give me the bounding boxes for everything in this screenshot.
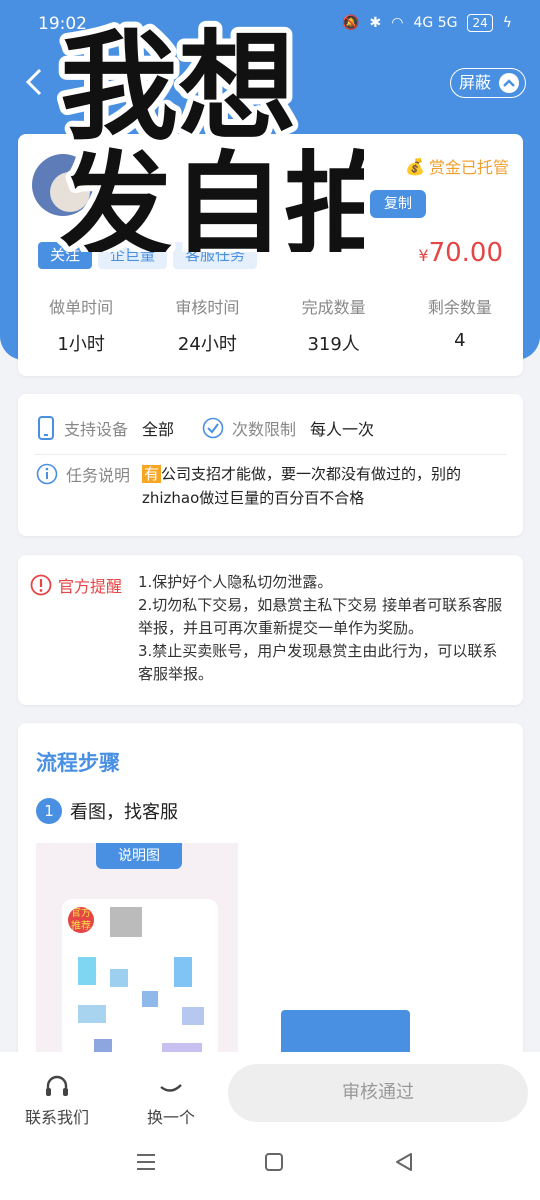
stat-review-time: 审核时间 24小时 <box>144 294 270 356</box>
description-label: 任务说明 <box>66 466 131 485</box>
blurred-block <box>78 1005 106 1023</box>
bluetooth-icon: ✱ <box>369 15 382 31</box>
contact-us-button[interactable]: 联系我们 <box>22 1070 92 1128</box>
system-nav-bar <box>0 1146 540 1186</box>
tag-follow[interactable]: 关注 <box>38 242 93 269</box>
task-details-card: 支持设备 全部 次数限制 每人一次 任务说明 有公司支招才能做，要一次都没有做过… <box>18 394 523 536</box>
info-icon <box>36 463 58 485</box>
limit-label: 次数限制 <box>232 420 297 439</box>
menu-icon[interactable] <box>136 1152 156 1172</box>
notice-title-label: 官方提醒 <box>58 577 123 596</box>
notice-title: 官方提醒 <box>30 573 122 597</box>
tag-platform: 企巨量 <box>98 242 168 269</box>
blurred-block <box>110 907 142 937</box>
stat-label: 剩余数量 <box>427 298 492 317</box>
chevron-left-icon <box>25 68 42 96</box>
blurred-block <box>142 991 158 1007</box>
description-body: 公司支招才能做，要一次都没有做过的，别的zhizhao做过巨量的百分百不合格 <box>142 465 462 507</box>
step-1: 1 看图，找客服 <box>36 798 178 824</box>
headset-icon <box>22 1070 92 1104</box>
back-nav-icon[interactable] <box>394 1152 414 1172</box>
wifi-icon: ◠ <box>391 15 404 31</box>
flow-title: 流程步骤 <box>36 751 120 775</box>
stat-label: 完成数量 <box>301 298 366 317</box>
swap-icon <box>140 1070 202 1104</box>
task-summary-card: 💰 赏金已托管 复制 关注 企巨量 客服任务 ¥70.00 做单时间 1小时 审… <box>18 134 523 376</box>
check-circle-icon <box>202 417 224 439</box>
official-notice-card: 官方提醒 1.保护好个人隐私切勿泄露。 2.切勿私下交易，如悬赏主私下交易 接单… <box>18 555 523 705</box>
status-icons: 🔕 ✱ ◠ 4G 5G 24 ϟ <box>342 14 512 32</box>
step-number: 1 <box>36 798 62 824</box>
copy-button[interactable]: 复制 <box>370 190 426 218</box>
limit-value: 每人一次 <box>310 420 375 439</box>
device-label: 支持设备 <box>64 420 129 439</box>
illustration-label: 说明图 <box>96 843 182 869</box>
blurred-block <box>182 1007 204 1025</box>
block-button-label: 屏蔽 <box>458 73 491 92</box>
illustration-badge: 官方推荐 <box>68 907 94 933</box>
status-bar: 19:02 🔕 ✱ ◠ 4G 5G 24 ϟ <box>0 0 540 50</box>
signal-icon: 4G 5G <box>413 15 458 31</box>
task-tags: 关注 企巨量 客服任务 <box>38 242 258 269</box>
blurred-block <box>174 957 192 987</box>
stat-value: 319人 <box>307 334 360 355</box>
stat-remaining: 剩余数量 4 <box>397 294 523 356</box>
task-stats: 做单时间 1小时 审核时间 24小时 完成数量 319人 剩余数量 4 <box>18 294 523 356</box>
notice-body: 1.保护好个人隐私切勿泄露。 2.切勿私下交易，如悬赏主私下交易 接单者可联系客… <box>138 571 510 686</box>
home-icon[interactable] <box>264 1152 284 1172</box>
charging-icon: ϟ <box>502 15 512 31</box>
block-button[interactable]: 屏蔽 <box>449 68 526 98</box>
device-row: 支持设备 全部 次数限制 每人一次 <box>36 416 374 440</box>
contact-us-label: 联系我们 <box>24 1108 89 1127</box>
blurred-block <box>110 969 128 987</box>
chevron-up-icon <box>499 73 519 93</box>
illustration-button <box>281 1010 410 1052</box>
escrow-label: 赏金已托管 <box>428 158 509 177</box>
currency-symbol: ¥ <box>418 246 429 265</box>
blurred-block <box>78 957 96 985</box>
money-bag-icon: 💰 <box>405 156 425 176</box>
tag-type: 客服任务 <box>173 242 258 269</box>
reward-price: ¥70.00 <box>418 238 503 268</box>
stat-completed: 完成数量 319人 <box>271 294 397 356</box>
warning-icon <box>30 574 52 596</box>
notice-line-2: 2.切勿私下交易，如悬赏主私下交易 接单者可联系客服举报，并且可再次重新提交一单… <box>138 596 503 637</box>
divider <box>34 454 507 455</box>
stat-label: 审核时间 <box>175 298 240 317</box>
step-text: 看图，找客服 <box>70 802 178 823</box>
description-row: 任务说明 <box>36 462 130 486</box>
switch-task-label: 换一个 <box>146 1108 195 1127</box>
phone-icon <box>38 416 54 440</box>
bottom-bar: 联系我们 换一个 审核通过 <box>0 1052 540 1200</box>
description-text: 有公司支招才能做，要一次都没有做过的，别的zhizhao做过巨量的百分百不合格 <box>142 462 512 510</box>
notice-line-1: 1.保护好个人隐私切勿泄露。 <box>138 573 333 591</box>
price-value: 70.00 <box>428 238 503 268</box>
approve-button[interactable]: 审核通过 <box>228 1064 528 1122</box>
description-badge: 有 <box>142 465 162 483</box>
status-time: 19:02 <box>38 14 87 34</box>
escrow-badge: 💰 赏金已托管 <box>405 154 509 178</box>
battery-icon: 24 <box>467 14 493 32</box>
back-button[interactable] <box>22 68 46 96</box>
switch-task-button[interactable]: 换一个 <box>140 1070 202 1128</box>
notice-line-3: 3.禁止买卖账号，用户发现悬赏主由此行为，可以联系客服举报。 <box>138 642 498 683</box>
stat-value: 24小时 <box>177 334 237 355</box>
device-value: 全部 <box>142 420 175 439</box>
mute-icon: 🔕 <box>342 15 360 31</box>
stat-value: 1小时 <box>57 334 105 355</box>
stat-value: 4 <box>454 330 466 351</box>
stat-label: 做单时间 <box>49 298 114 317</box>
avatar[interactable] <box>32 154 94 216</box>
stat-work-time: 做单时间 1小时 <box>18 294 144 356</box>
